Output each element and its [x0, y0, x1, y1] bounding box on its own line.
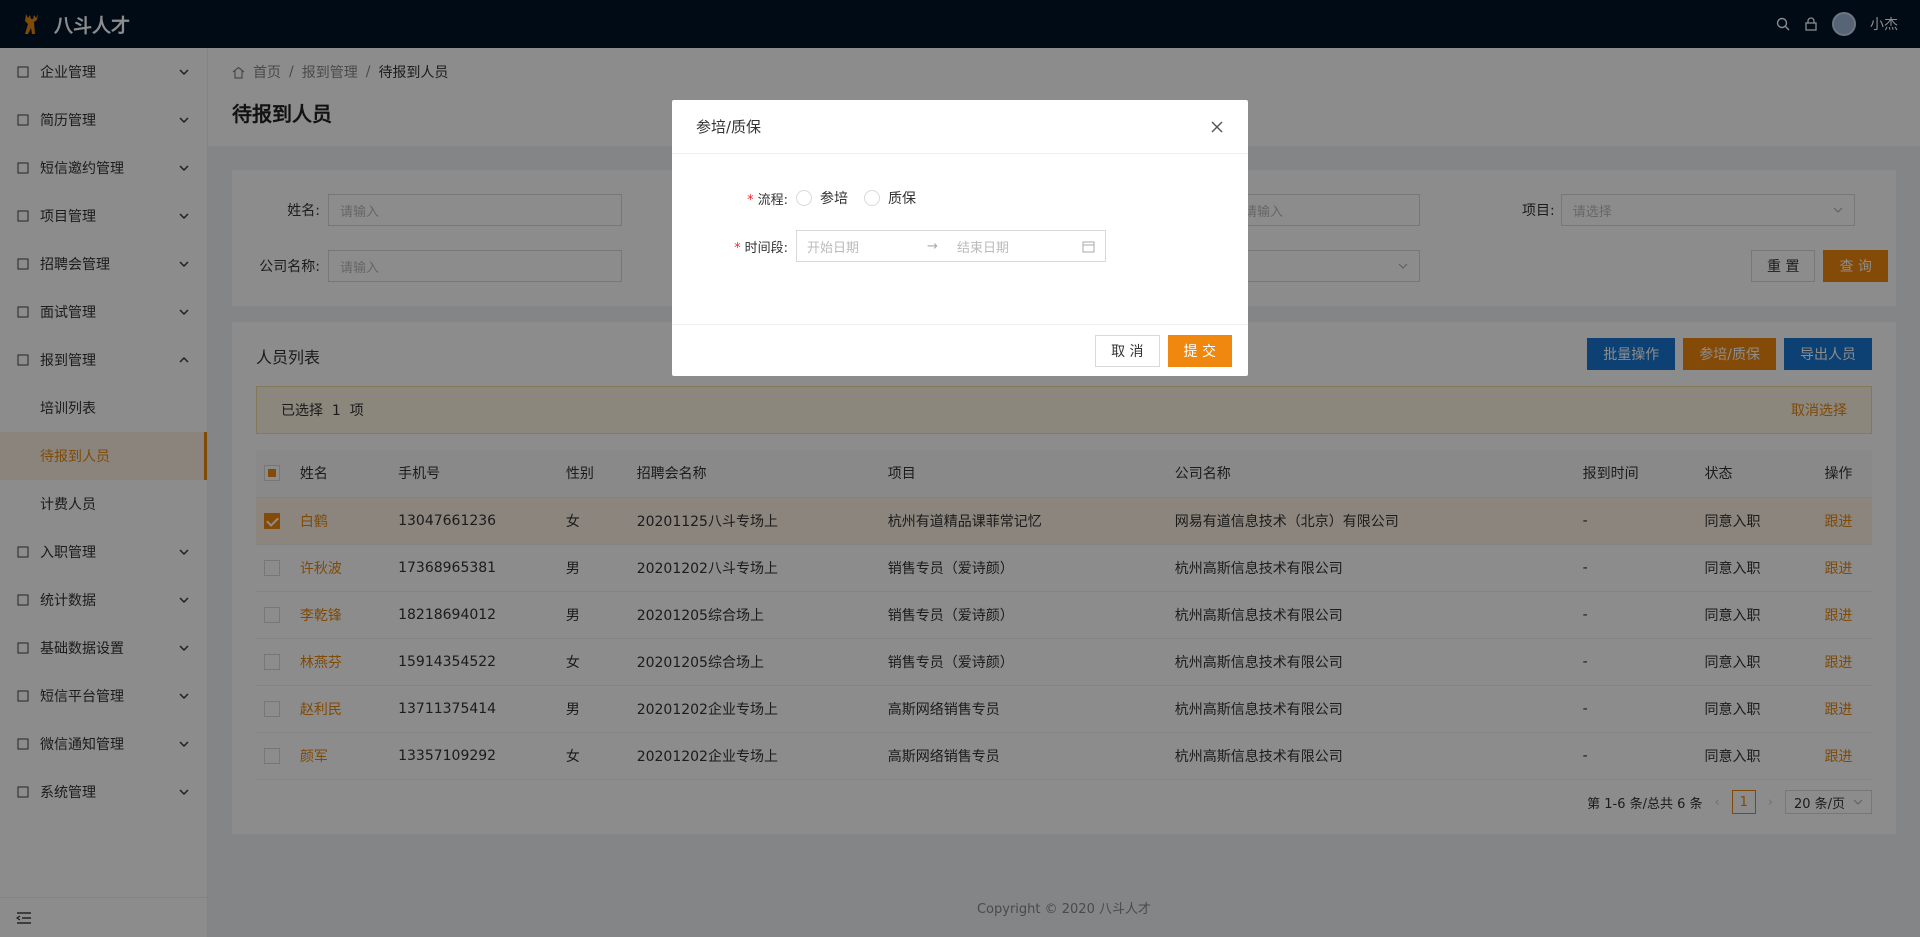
arrow-right-icon: → [927, 238, 938, 254]
start-date-input[interactable]: 开始日期 [807, 237, 927, 256]
close-icon[interactable] [1210, 120, 1224, 134]
date-range-picker[interactable]: 开始日期 → 结束日期 [796, 230, 1106, 262]
radio-train[interactable]: 参培 [796, 188, 848, 208]
radio-warranty[interactable]: 质保 [864, 188, 916, 208]
calendar-icon [1082, 241, 1095, 252]
flow-label: * 流程: [747, 192, 788, 208]
cancel-button[interactable]: 取 消 [1095, 334, 1160, 367]
submit-button[interactable]: 提 交 [1167, 334, 1232, 367]
train-warranty-modal: 参培/质保 * 流程: 参培 质保 * 时间段: 开始日期 → 结束日期 取 消 提… [672, 100, 1248, 376]
radio-circle[interactable] [864, 190, 880, 206]
end-date-input[interactable]: 结束日期 [957, 237, 1082, 256]
radio-circle[interactable] [796, 190, 812, 206]
modal-title: 参培/质保 [696, 118, 762, 136]
period-label: * 时间段: [734, 240, 788, 256]
